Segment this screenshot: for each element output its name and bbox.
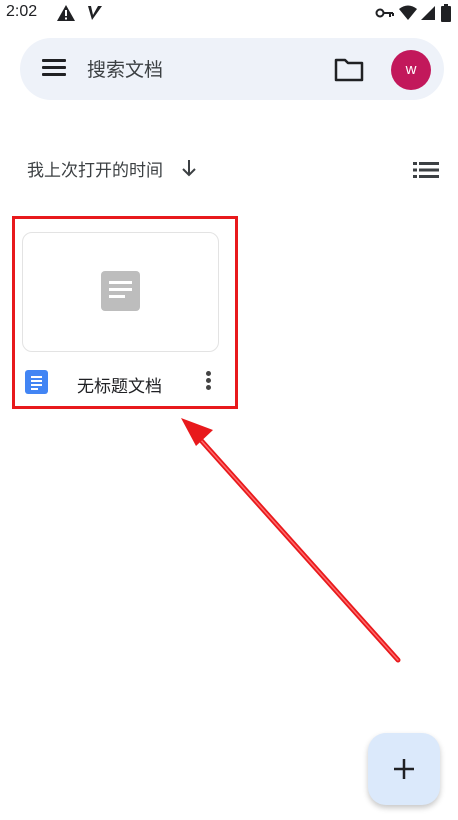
highlight-box	[12, 216, 238, 409]
v-icon	[88, 6, 102, 20]
sort-label[interactable]: 我上次打开的时间	[27, 156, 163, 181]
menu-icon[interactable]	[40, 56, 68, 82]
plus-icon	[394, 759, 414, 779]
status-bar: 2:02	[0, 0, 458, 26]
new-document-button[interactable]	[368, 733, 440, 805]
wifi-icon	[399, 5, 417, 20]
battery-icon	[441, 4, 451, 22]
status-time: 2:02	[6, 3, 38, 20]
arrow-down-icon[interactable]	[180, 158, 198, 178]
search-input[interactable]: 搜索文档	[87, 55, 163, 82]
warning-icon	[57, 5, 75, 21]
list-view-icon[interactable]	[413, 160, 439, 180]
search-bar[interactable]: 搜索文档 w	[20, 38, 444, 100]
key-icon	[375, 8, 394, 18]
folder-icon[interactable]	[334, 56, 364, 82]
avatar[interactable]: w	[391, 50, 431, 90]
signal-icon	[421, 6, 435, 20]
annotation-arrow	[181, 418, 401, 663]
